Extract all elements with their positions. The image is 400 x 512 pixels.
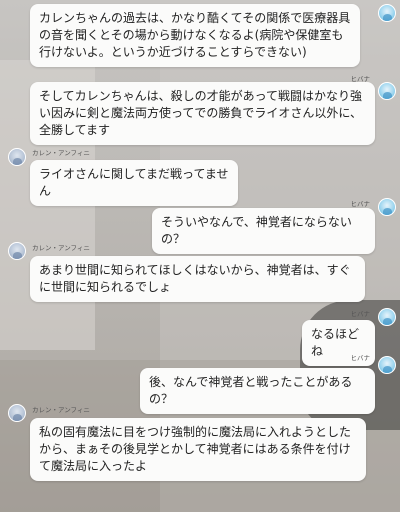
message-bubble-karen: ライオさんに関してまだ戦ってません	[30, 160, 238, 206]
message-bubble-hibana: そしてカレンちゃんは、殺しの才能があって戦闘はかなり強い因みに剣と魔法両方使って…	[30, 82, 375, 145]
speaker-name-hibana: ヒバナ	[350, 310, 371, 318]
avatar-karen	[8, 404, 26, 422]
message-bubble-karen: あまり世間に知られてほしくはないから、神覚者は、すぐに世間に知られるでしょ	[30, 256, 365, 302]
message-bubble-karen: 私の固有魔法に目をつけ強制的に魔法局に入れようとしたから、まぁその後見学とかして…	[30, 418, 366, 481]
speaker-name-karen: カレン・アンフィニ	[32, 244, 90, 252]
avatar-hibana	[378, 198, 396, 216]
message-bubble-hibana: そういやなんで、神覚者にならないの？	[152, 208, 375, 254]
avatar-hibana	[378, 82, 396, 100]
avatar-hibana	[378, 4, 396, 22]
speaker-name-karen: カレン・アンフィニ	[32, 149, 90, 157]
message-bubble-hibana: カレンちゃんの過去は、かなり酷くてその関係で医療器具の音を聞くとその場から動けな…	[30, 4, 360, 67]
speaker-name-hibana: ヒバナ	[350, 200, 371, 208]
message-bubble-hibana: 後、なんで神覚者と戦ったことがあるの？	[140, 368, 375, 414]
avatar-hibana	[378, 356, 396, 374]
speaker-name-karen: カレン・アンフィニ	[32, 406, 90, 414]
avatar-karen	[8, 148, 26, 166]
avatar-hibana	[378, 308, 396, 326]
speaker-name-hibana: ヒバナ	[350, 354, 371, 362]
avatar-karen	[8, 242, 26, 260]
